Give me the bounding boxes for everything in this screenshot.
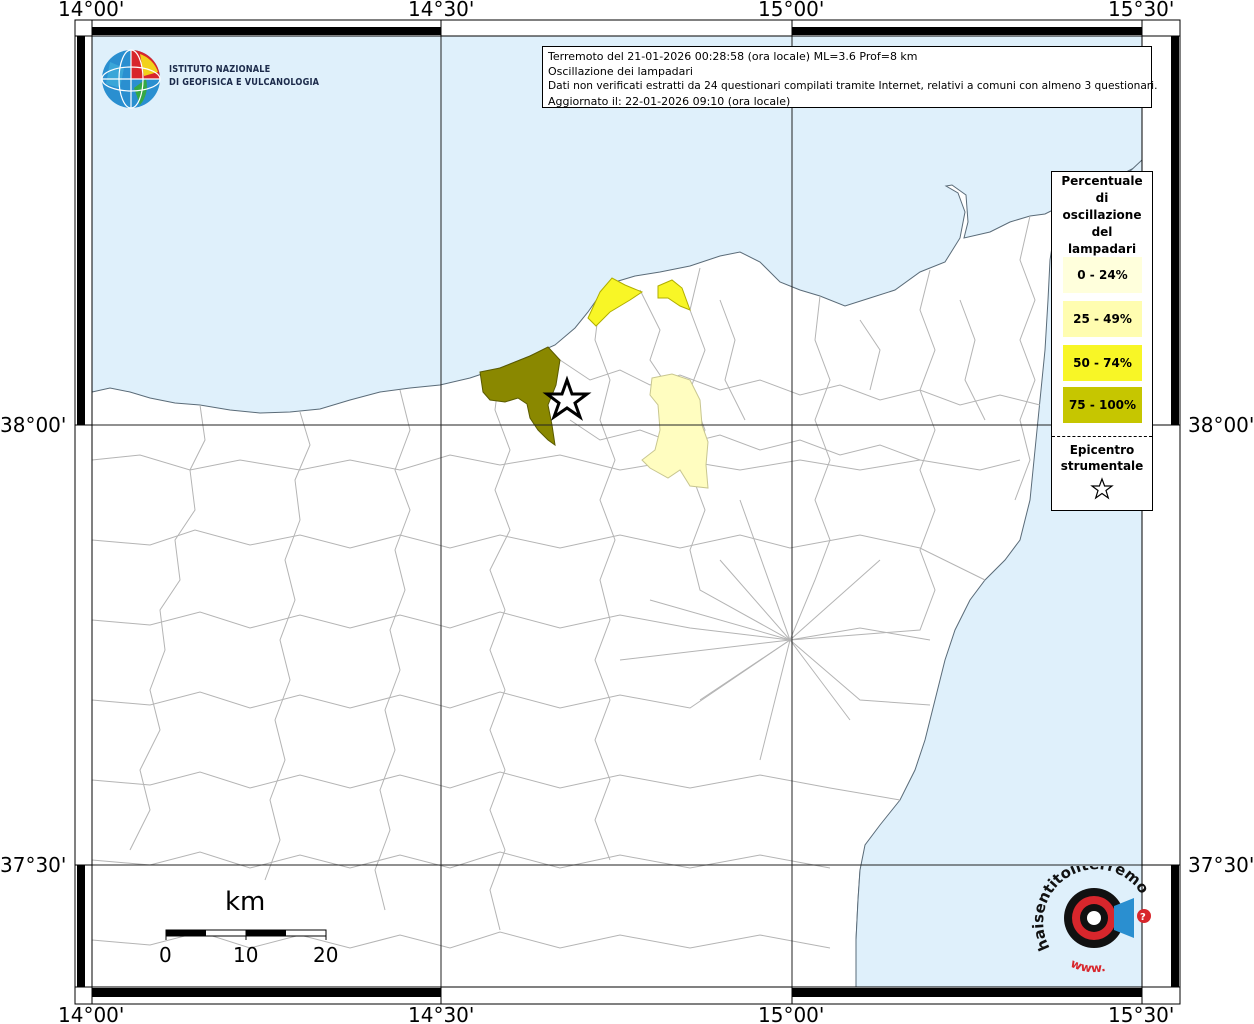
hst-logo: haisentitoilterremoto.it www. ? <box>1030 866 1153 975</box>
event-info-line-3: Dati non verificati estratti da 24 quest… <box>548 80 1158 92</box>
legend-epicentre-line: Epicentro <box>1069 443 1135 457</box>
legend-title-line: del <box>1091 225 1113 239</box>
legend-title: Percentuale di oscillazione del lampadar… <box>1052 173 1152 258</box>
legend-title-line: lampadari <box>1067 242 1137 256</box>
scale-label-10: 10 <box>233 943 259 967</box>
scale-label-20: 20 <box>313 943 339 967</box>
legend-title-line: Percentuale <box>1061 174 1143 188</box>
legend-title-line: di <box>1095 191 1109 205</box>
lat-label-left-2: 37°30' <box>0 853 66 877</box>
ingv-name: ISTITUTO NAZIONALE DI GEOFISICA E VULCAN… <box>169 63 319 89</box>
ingv-name-line-2: DI GEOFISICA E VULCANOLOGIA <box>169 77 320 88</box>
ingv-name-line-1: ISTITUTO NAZIONALE <box>169 64 271 75</box>
scale-label-0: 0 <box>159 943 172 967</box>
legend-title-line: oscillazione <box>1062 208 1142 222</box>
event-info-box: Terremoto del 21-01-2026 00:28:58 (ora l… <box>542 46 1158 108</box>
ingv-globe-logo <box>101 49 161 109</box>
legend-separator <box>1052 436 1152 437</box>
lon-label-top-2: 14°30' <box>408 0 474 21</box>
legend-class-25-49: 25 - 49% <box>1063 301 1142 337</box>
lon-label-top-3: 15°00' <box>758 0 824 21</box>
lon-label-bottom-4: 15°30' <box>1108 1003 1174 1024</box>
svg-text:?: ? <box>1140 912 1146 923</box>
lat-label-right-2: 37°30' <box>1188 853 1254 877</box>
lon-label-bottom-2: 14°30' <box>408 1003 474 1024</box>
event-info-line-2: Oscillazione dei lampadari <box>548 65 693 78</box>
lon-label-top-1: 14°00' <box>58 0 124 21</box>
event-info-line-4: Aggiornato il: 22-01-2026 09:10 (ora loc… <box>548 95 791 108</box>
legend-class-50-74: 50 - 74% <box>1063 345 1142 381</box>
legend: Percentuale di oscillazione del lampadar… <box>1051 171 1153 511</box>
hst-logo-text-bottom: www. <box>1069 956 1107 975</box>
legend-star-icon <box>1090 477 1114 500</box>
lat-label-left-1: 38°00' <box>0 413 66 437</box>
legend-epicentre-title: Epicentro strumentale <box>1052 442 1152 474</box>
event-info-line-1: Terremoto del 21-01-2026 00:28:58 (ora l… <box>548 50 918 63</box>
legend-epicentre-line: strumentale <box>1060 459 1144 473</box>
lon-label-bottom-3: 15°00' <box>758 1003 824 1024</box>
lon-label-top-4: 15°30' <box>1108 0 1174 21</box>
legend-class-0-24: 0 - 24% <box>1063 257 1142 293</box>
lat-label-right-1: 38°00' <box>1188 413 1254 437</box>
lon-label-bottom-1: 14°00' <box>58 1003 124 1024</box>
svg-text:www.: www. <box>1069 956 1107 975</box>
legend-class-75-100: 75 - 100% <box>1063 387 1142 423</box>
